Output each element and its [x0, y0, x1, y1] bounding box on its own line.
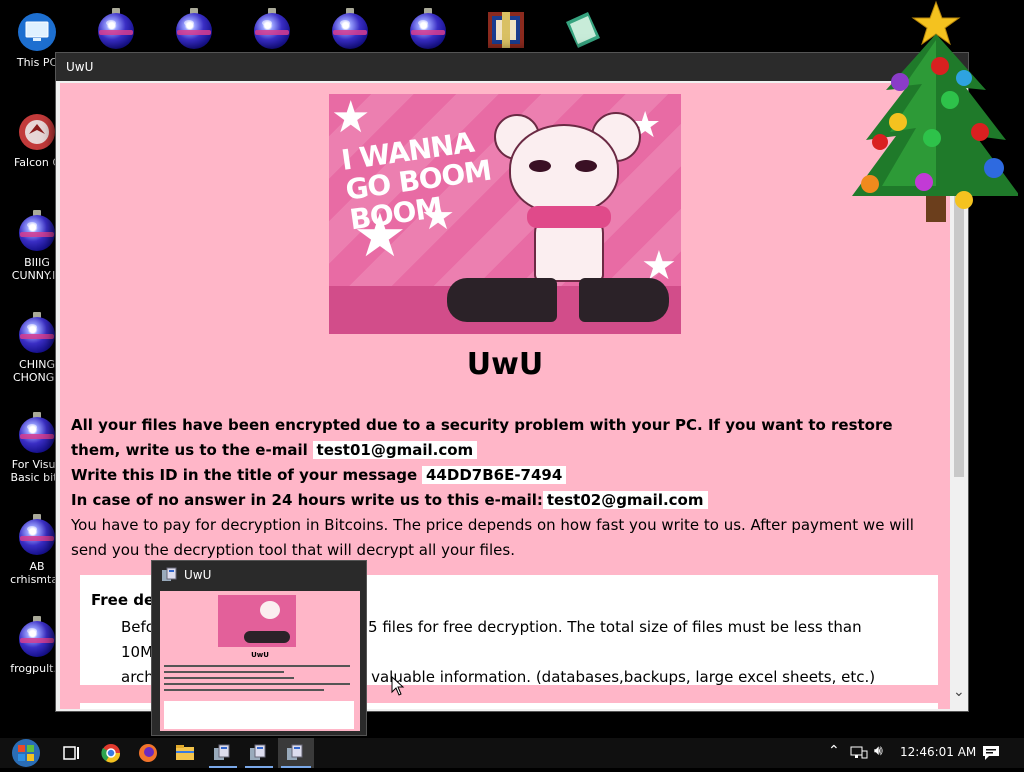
page-title: UwU	[466, 347, 544, 382]
network-icon[interactable]	[850, 746, 868, 760]
ornament-icon	[17, 312, 57, 354]
falcon-icon	[17, 110, 57, 152]
thumbnail-frame: UwU	[160, 591, 360, 731]
file-explorer-icon[interactable]	[170, 738, 200, 768]
ornament-icon[interactable]	[408, 8, 448, 52]
ornament-icon[interactable]	[330, 8, 370, 52]
ransom-banner-image: ★ ★ ★ ★ ★ I WANNA GO BOOM BOOM	[329, 94, 681, 334]
thumbnail-title: UwU	[184, 568, 212, 582]
ransom-message: All your files have been encrypted due t…	[71, 413, 931, 563]
window-titlebar[interactable]: UwU	[56, 53, 968, 81]
show-hidden-icons-chevron-icon[interactable]: ⌃	[828, 743, 840, 759]
taskbar-app-2[interactable]	[242, 738, 276, 768]
volume-icon[interactable]: 🔊︎	[874, 743, 883, 759]
start-button[interactable]	[4, 738, 46, 768]
taskbar: ⌃ 🔊︎ 12:46:01 AM	[0, 738, 1024, 768]
firefox-icon[interactable]	[132, 738, 164, 768]
task-view-button[interactable]	[56, 738, 86, 768]
ornament-icon[interactable]	[252, 8, 292, 52]
ornament-icon	[17, 412, 57, 454]
christmas-tree-image	[852, 0, 1018, 222]
taskbar-app-3[interactable]	[278, 738, 314, 768]
ornament-icon	[17, 514, 57, 556]
taskbar-app-1[interactable]	[206, 738, 240, 768]
ornament-icon	[17, 616, 57, 658]
message-line-4: You have to pay for decryption in Bitcoi…	[71, 516, 914, 559]
message-line-3: In case of no answer in 24 hours write u…	[71, 491, 543, 509]
ornament-icon	[17, 210, 57, 252]
contact-email-primary[interactable]: test01@gmail.com	[312, 441, 478, 459]
thumbnail-heading: UwU	[251, 651, 269, 659]
contact-email-secondary[interactable]: test02@gmail.com	[542, 491, 708, 509]
scroll-down-arrow[interactable]: ⌄	[953, 685, 965, 699]
desktop: This PC Falcon C BIIIG CUNNY.In CHING CH…	[0, 0, 1024, 738]
message-line-2: Write this ID in the title of your messa…	[71, 466, 418, 484]
taskbar-thumbnail-preview[interactable]: UwU UwU	[151, 560, 367, 736]
archive-icon[interactable]	[486, 8, 526, 52]
message-line-1: All your files have been encrypted due t…	[71, 416, 893, 459]
app-icon	[162, 567, 177, 581]
chrome-icon[interactable]	[96, 738, 126, 768]
ornament-icon[interactable]	[96, 8, 136, 52]
taskbar-clock[interactable]: 12:46:01 AM	[900, 745, 976, 759]
notifications-icon[interactable]	[982, 745, 1000, 761]
victim-id[interactable]: 44DD7B6E-7494	[422, 466, 567, 484]
mouse-cursor	[391, 676, 405, 696]
this-pc-icon	[17, 10, 57, 52]
ornament-icon[interactable]	[174, 8, 214, 52]
notepad-icon[interactable]	[562, 8, 602, 52]
window-title: UwU	[66, 60, 94, 74]
